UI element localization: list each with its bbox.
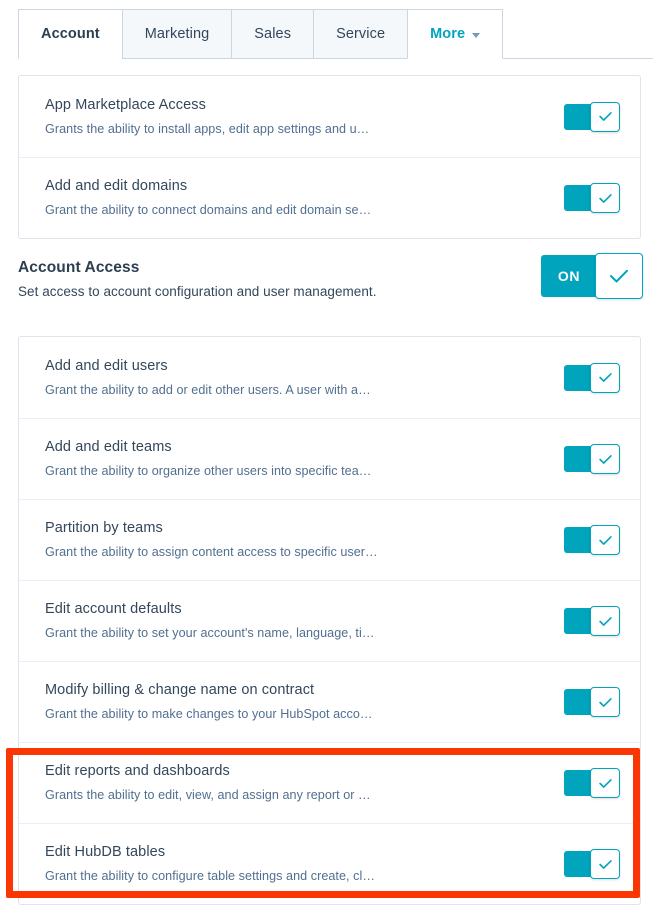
toggle-add-and-edit-users[interactable] (564, 362, 620, 393)
table-row[interactable]: App Marketplace Access Grants the abilit… (19, 76, 640, 157)
permission-description: Grant the ability to configure table set… (45, 869, 375, 884)
check-icon (598, 778, 612, 788)
toggle-knob (590, 768, 620, 798)
toggle-knob (590, 183, 620, 213)
tab-marketing[interactable]: Marketing (121, 9, 232, 59)
toggle-knob (590, 362, 620, 393)
check-icon (598, 193, 612, 203)
table-row[interactable]: Add and edit users Grant the ability to … (19, 337, 640, 418)
check-icon (598, 616, 612, 626)
toggle-knob (590, 606, 620, 636)
row-text: App Marketplace Access Grants the abilit… (45, 96, 369, 137)
table-row[interactable]: Edit account defaults Grant the ability … (19, 580, 640, 661)
permission-description: Grant the ability to add or edit other u… (45, 382, 371, 397)
permission-description: Grants the ability to install apps, edit… (45, 121, 370, 136)
row-text: Add and edit users Grant the ability to … (45, 357, 371, 398)
table-row[interactable]: Modify billing & change name on contract… (19, 661, 640, 742)
check-icon (598, 454, 612, 464)
chevron-down-icon (472, 32, 481, 38)
row-text: Add and edit teams Grant the ability to … (45, 438, 371, 479)
section-description: Set access to account configuration and … (18, 284, 377, 299)
toggle-knob (590, 101, 620, 132)
tab-bar: Account Marketing Sales Service More (0, 0, 653, 59)
tab-service[interactable]: Service (313, 9, 408, 59)
permission-title: Edit HubDB tables (45, 844, 166, 861)
toggle-account-access-master[interactable]: ON (541, 253, 643, 299)
toggle-knob (590, 444, 620, 474)
check-icon (598, 373, 612, 382)
permission-description: Grant the ability to assign content acce… (45, 545, 378, 560)
permission-description: Grant the ability to make changes to you… (45, 707, 373, 722)
toggle-edit-account-defaults[interactable] (564, 606, 620, 636)
permission-title: Partition by teams (45, 520, 163, 537)
row-text: Edit reports and dashboards Grants the a… (45, 762, 371, 803)
check-icon (598, 535, 612, 545)
check-icon (598, 859, 612, 869)
toggle-knob (595, 253, 643, 299)
table-row[interactable]: Edit reports and dashboards Grants the a… (19, 742, 640, 823)
toggle-add-and-edit-teams[interactable] (564, 444, 620, 474)
section-header-text: Account Access Set access to account con… (18, 255, 377, 299)
table-row[interactable]: Partition by teams Grant the ability to … (19, 499, 640, 580)
toggle-edit-reports-and-dashboards[interactable] (564, 768, 620, 798)
table-row[interactable]: Edit HubDB tables Grant the ability to c… (19, 823, 640, 904)
tab-sales[interactable]: Sales (231, 9, 314, 59)
check-icon (598, 112, 612, 121)
tab-more-label: More (430, 26, 466, 42)
check-icon (609, 269, 629, 283)
permission-title: Add and edit teams (45, 439, 172, 456)
row-text: Edit account defaults Grant the ability … (45, 600, 374, 641)
permissions-card-account-access: Add and edit users Grant the ability to … (18, 336, 641, 905)
tab-list: Account Marketing Sales Service More (18, 9, 504, 59)
toggle-on-label: ON (557, 268, 581, 284)
table-row[interactable]: Add and edit teams Grant the ability to … (19, 418, 640, 499)
tab-more-dropdown[interactable]: More (407, 9, 504, 59)
permission-title: Modify billing & change name on contract (45, 682, 315, 699)
permission-title: Edit reports and dashboards (45, 763, 230, 780)
row-text: Add and edit domains Grant the ability t… (45, 177, 371, 218)
permission-title: App Marketplace Access (45, 96, 206, 113)
permissions-card-top: App Marketplace Access Grants the abilit… (18, 75, 641, 239)
toggle-app-marketplace-access[interactable] (564, 101, 620, 132)
toggle-modify-billing[interactable] (564, 687, 620, 717)
row-text: Edit HubDB tables Grant the ability to c… (45, 843, 375, 884)
tab-account-label: Account (41, 26, 100, 42)
permission-title: Add and edit users (45, 357, 168, 374)
toggle-knob (590, 525, 620, 555)
tab-sales-label: Sales (254, 26, 292, 42)
permission-title: Edit account defaults (45, 601, 182, 618)
toggle-add-and-edit-domains[interactable] (564, 183, 620, 213)
row-text: Modify billing & change name on contract… (45, 681, 373, 722)
permission-title: Add and edit domains (45, 178, 188, 195)
table-row[interactable]: Add and edit domains Grant the ability t… (19, 157, 640, 238)
tab-account[interactable]: Account (18, 9, 122, 59)
row-text: Partition by teams Grant the ability to … (45, 519, 378, 560)
check-icon (598, 697, 612, 707)
page-title: Account Access (18, 259, 140, 276)
permission-description: Grant the ability to set your account's … (45, 626, 375, 641)
permission-description: Grant the ability to organize other user… (45, 464, 372, 479)
toggle-knob (590, 687, 620, 717)
permission-description: Grant the ability to connect domains and… (45, 203, 372, 218)
permission-description: Grants the ability to edit, view, and as… (45, 788, 371, 803)
tab-service-label: Service (336, 26, 386, 42)
toggle-edit-hubdb-tables[interactable] (564, 849, 620, 879)
toggle-partition-by-teams[interactable] (564, 525, 620, 555)
toggle-knob (590, 849, 620, 879)
account-access-section-header: Account Access Set access to account con… (18, 253, 643, 317)
tab-marketing-label: Marketing (144, 26, 210, 42)
